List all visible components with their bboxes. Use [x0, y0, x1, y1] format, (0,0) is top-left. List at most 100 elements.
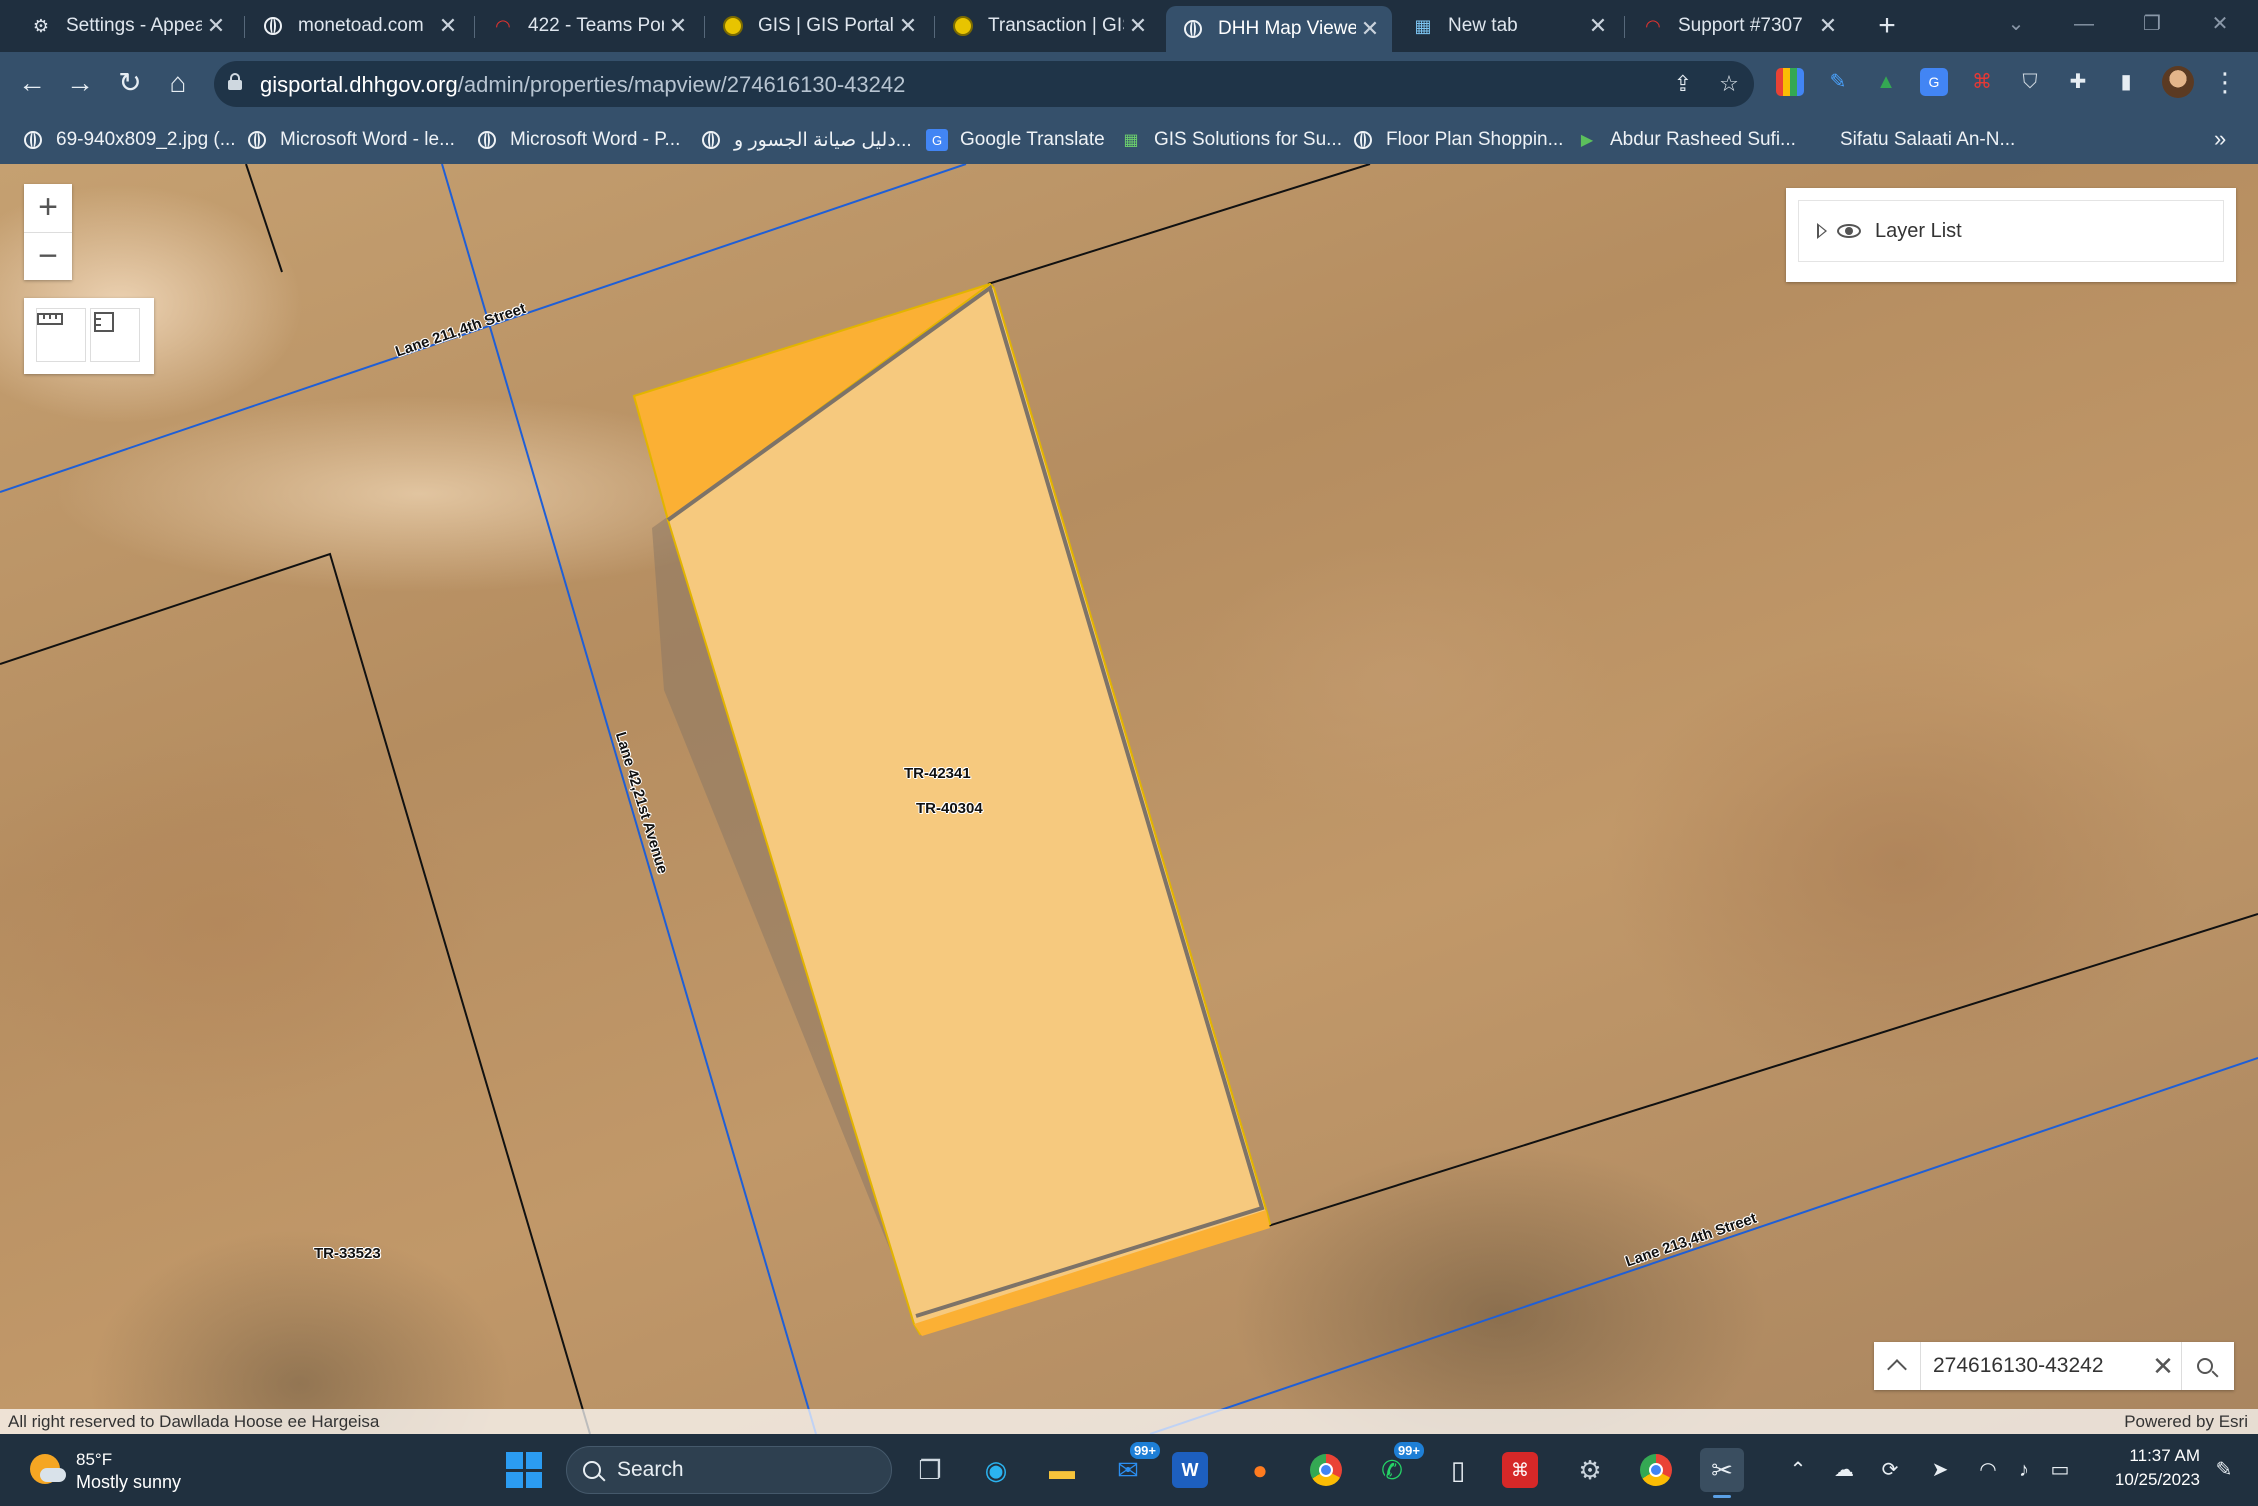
- word-icon[interactable]: W: [1172, 1452, 1208, 1488]
- tab-monetoad[interactable]: monetoad.com ✕: [246, 6, 470, 46]
- search-expand-button[interactable]: [1874, 1342, 1921, 1390]
- snipping-tool-icon[interactable]: ✂: [1700, 1448, 1744, 1498]
- tab-gis-portal[interactable]: GIS | GIS Portal ✕: [706, 6, 930, 46]
- close-tab-icon[interactable]: ✕: [1356, 16, 1384, 42]
- forward-button[interactable]: →: [62, 66, 98, 102]
- map-view[interactable]: TR-42341 TR-40304 TR-33523 Lane 211,4th …: [0, 164, 2258, 1434]
- bookmark-item[interactable]: G Google Translate: [926, 124, 1105, 156]
- tab-search-icon[interactable]: ⌄: [1986, 4, 2046, 44]
- close-tab-icon[interactable]: ✕: [202, 13, 230, 39]
- weather-widget[interactable]: 85°F Mostly sunny: [30, 1444, 210, 1496]
- lock-icon[interactable]: [228, 73, 242, 90]
- file-explorer-icon[interactable]: ▬: [1040, 1448, 1084, 1492]
- system-clock[interactable]: 11:37 AM 10/25/2023: [2090, 1444, 2200, 1492]
- firefox-icon[interactable]: ●: [1238, 1448, 1282, 1492]
- settings-gear-icon[interactable]: ⚙: [1568, 1448, 1612, 1492]
- close-tab-icon[interactable]: ✕: [664, 13, 692, 39]
- search-button[interactable]: [2181, 1342, 2228, 1390]
- minimize-button[interactable]: —: [2054, 4, 2114, 44]
- clear-icon[interactable]: ✕: [2145, 1351, 2181, 1382]
- arc-icon: ◠: [495, 15, 511, 36]
- bookmark-item[interactable]: ▦ GIS Solutions for Su...: [1120, 124, 1342, 156]
- chrome-profile-icon[interactable]: [1634, 1448, 1678, 1492]
- tab-dhh-map-viewer[interactable]: DHH Map Viewer ✕: [1166, 6, 1392, 52]
- file-icon[interactable]: ▯: [1436, 1448, 1480, 1492]
- bookmark-item[interactable]: Microsoft Word - le...: [246, 124, 455, 156]
- home-button[interactable]: ⌂: [160, 66, 196, 102]
- close-tab-icon[interactable]: ✕: [434, 13, 462, 39]
- extensions-puzzle-icon[interactable]: ✚: [2064, 68, 2092, 96]
- close-tab-icon[interactable]: ✕: [1814, 13, 1842, 39]
- url-text[interactable]: gisportal.dhhgov.org/admin/properties/ma…: [260, 72, 905, 98]
- layer-list-toggle[interactable]: Layer List: [1798, 200, 2224, 262]
- chrome-icon[interactable]: [1304, 1448, 1348, 1492]
- tab-support[interactable]: ◠ Support #7307 ✕: [1626, 6, 1850, 46]
- acrobat-icon[interactable]: ⌘: [1502, 1452, 1538, 1488]
- zoom-in-button[interactable]: +: [24, 184, 72, 233]
- bookmark-item[interactable]: Microsoft Word - P...: [476, 124, 680, 156]
- parcel-boundary: [245, 164, 283, 273]
- address-bar[interactable]: gisportal.dhhgov.org/admin/properties/ma…: [214, 61, 1754, 107]
- battery-icon[interactable]: ▭: [2046, 1456, 2074, 1484]
- sync-icon[interactable]: ⟳: [1876, 1456, 1904, 1484]
- browser-window: ⚙ Settings - Appearance ✕ monetoad.com ✕…: [0, 0, 2258, 1506]
- close-tab-icon[interactable]: ✕: [894, 13, 922, 39]
- whatsapp-icon[interactable]: ✆ 99+: [1370, 1442, 1424, 1492]
- gis-logo-icon: [722, 15, 744, 37]
- eye-icon[interactable]: [1837, 224, 1861, 238]
- restore-button[interactable]: ❐: [2122, 4, 2182, 44]
- bookmark-item[interactable]: ▶ Abdur Rasheed Sufi...: [1576, 124, 1796, 156]
- new-tab-button[interactable]: +: [1870, 10, 1904, 44]
- extension-colors-icon[interactable]: [1776, 68, 1804, 96]
- globe-icon: [476, 129, 498, 151]
- layer-list-panel: Layer List: [1786, 188, 2236, 282]
- more-bookmarks-icon[interactable]: »: [2214, 126, 2226, 152]
- tab-new-tab[interactable]: ▦ New tab ✕: [1396, 6, 1620, 46]
- location-icon[interactable]: ➤: [1926, 1456, 1954, 1484]
- tab-transaction[interactable]: Transaction | GIS ✕: [936, 6, 1160, 46]
- close-tab-icon[interactable]: ✕: [1584, 13, 1612, 39]
- close-tab-icon[interactable]: ✕: [1124, 13, 1152, 39]
- gis-logo-icon: [952, 15, 974, 37]
- zoom-control: + −: [24, 184, 72, 280]
- zoom-out-button[interactable]: −: [24, 233, 72, 281]
- reload-button[interactable]: ↻: [112, 66, 148, 102]
- wifi-icon[interactable]: ◠: [1974, 1456, 2002, 1484]
- profile-avatar[interactable]: [2162, 66, 2194, 98]
- gear-icon: ⚙: [32, 15, 50, 36]
- edge-icon[interactable]: ◉: [974, 1448, 1018, 1492]
- search-input[interactable]: [1931, 1353, 2145, 1379]
- google-drive-icon[interactable]: ▲: [1872, 68, 1900, 96]
- tab-teams-portal[interactable]: ◠ 422 - Teams Portal ✕: [476, 6, 700, 46]
- translate-extension-icon[interactable]: G: [1920, 68, 1948, 96]
- pdf-extension-icon[interactable]: ⌘: [1968, 68, 1996, 96]
- share-icon[interactable]: ⇪: [1668, 69, 1698, 99]
- bookmark-item[interactable]: دليل صيانة الجسور و...: [700, 124, 912, 156]
- bookmark-item[interactable]: Sifatu Salaati An-N...: [1840, 124, 2015, 156]
- side-panel-icon[interactable]: ▮: [2112, 68, 2140, 96]
- back-button[interactable]: ←: [14, 66, 50, 102]
- volume-icon[interactable]: ♪: [2010, 1456, 2038, 1484]
- measure-area-button[interactable]: [90, 308, 140, 362]
- extension-edit-icon[interactable]: ✎: [1824, 68, 1852, 96]
- mail-icon[interactable]: ✉ 99+: [1106, 1442, 1160, 1492]
- task-view-icon[interactable]: ❐: [908, 1448, 952, 1492]
- start-button[interactable]: [506, 1452, 542, 1488]
- close-window-button[interactable]: ✕: [2190, 4, 2250, 44]
- browser-menu-icon[interactable]: ⋮: [2212, 66, 2238, 100]
- measure-distance-button[interactable]: [36, 308, 86, 362]
- parcel-boundary: [0, 552, 591, 1434]
- shield-icon[interactable]: ⛉: [2016, 68, 2044, 96]
- bookmark-star-icon[interactable]: ☆: [1714, 69, 1744, 99]
- bookmark-item[interactable]: 69-940x809_2.jpg (...: [22, 124, 236, 156]
- search-icon: [2197, 1358, 2213, 1374]
- onedrive-icon[interactable]: ☁: [1830, 1456, 1858, 1484]
- chevron-up-icon[interactable]: ⌃: [1784, 1456, 1812, 1484]
- bookmark-item[interactable]: Floor Plan Shoppin...: [1352, 124, 1563, 156]
- notification-icon[interactable]: ✎: [2210, 1456, 2238, 1484]
- tab-settings[interactable]: ⚙ Settings - Appearance ✕: [14, 6, 238, 46]
- taskbar-search[interactable]: Search: [566, 1446, 892, 1494]
- map-attribution: All right reserved to Dawllada Hoose ee …: [0, 1409, 2258, 1434]
- map-canvas: [0, 164, 2258, 1434]
- expand-triangle-icon[interactable]: [1817, 223, 1827, 239]
